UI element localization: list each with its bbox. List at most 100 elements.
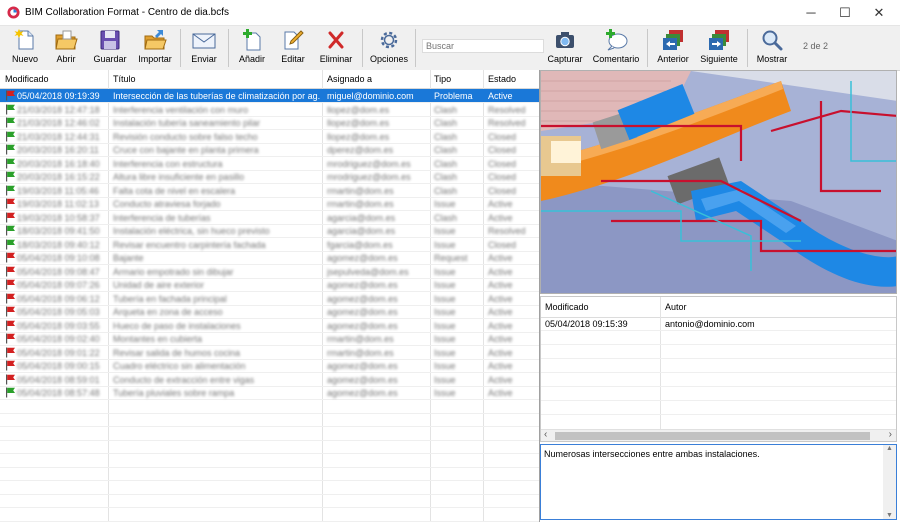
edit-button[interactable]: Editar — [276, 27, 310, 69]
issue-estado: Active — [488, 388, 513, 398]
green-flag-icon — [6, 239, 15, 249]
issue-asignado: rmartin@dom.es — [327, 185, 394, 196]
search-input[interactable] — [422, 39, 544, 53]
toolbar-separator — [362, 29, 363, 67]
issue-asignado: llopez@dom.es — [327, 104, 390, 115]
issue-modificado: 19/03/2018 11:02:13 — [17, 199, 99, 209]
open-button[interactable]: Abrir — [48, 27, 84, 69]
issue-row[interactable]: 05/04/2018 09:19:39 Intersección de las t… — [0, 89, 539, 103]
issue-row[interactable]: 05/04/2018 08:59:01 Conducto de extracció… — [0, 373, 539, 387]
issue-row[interactable]: 20/03/2018 16:18:40 Interferencia con est… — [0, 157, 539, 171]
scroll-up-icon[interactable]: ▲ — [886, 445, 893, 452]
comment-author: antonio@dominio.com — [665, 319, 755, 329]
show-button[interactable]: Mostrar — [754, 27, 790, 69]
issue-row[interactable]: 19/03/2018 10:58:37 Interferencia de tube… — [0, 211, 539, 225]
previous-button[interactable]: Anterior — [654, 27, 692, 69]
issue-asignado: rmartin@dom.es — [327, 347, 394, 358]
issue-row[interactable]: 05/04/2018 08:57:48 Tubería pluviales sob… — [0, 386, 539, 400]
scroll-left-icon[interactable]: ‹ — [544, 429, 547, 440]
issue-asignado: agomez@dom.es — [327, 307, 398, 317]
issue-row[interactable]: 05/04/2018 09:00:15 Cuadro eléctrico sin … — [0, 359, 539, 373]
issue-estado: Active — [488, 320, 513, 331]
issue-modificado: 20/03/2018 16:20:11 — [17, 145, 99, 155]
previous-arrow-icon — [663, 30, 683, 50]
red-flag-icon — [6, 198, 15, 209]
red-flag-icon — [6, 90, 15, 101]
issue-row[interactable]: 20/03/2018 16:20:11 Cruce con bajante en … — [0, 143, 539, 157]
issue-row[interactable]: 05/04/2018 09:06:12 Tubería en fachada pr… — [0, 292, 539, 306]
column-header-type[interactable]: Tipo — [434, 74, 451, 84]
toolbar-separator — [647, 29, 648, 67]
send-button[interactable]: Enviar — [186, 27, 222, 69]
next-button[interactable]: Siguiente — [699, 27, 739, 69]
issue-row[interactable]: 19/03/2018 11:05:46 Falta cota de nivel e… — [0, 184, 539, 198]
column-header-modified[interactable]: Modificado — [5, 74, 49, 84]
save-button[interactable]: Guardar — [90, 27, 130, 69]
issue-estado: Closed — [488, 239, 517, 250]
bim-3d-model-image — [541, 71, 896, 293]
issue-row[interactable]: 20/03/2018 16:15:22 Altura libre insufici… — [0, 170, 539, 184]
column-header-comment-modified[interactable]: Modificado — [545, 302, 589, 312]
issue-row[interactable]: 05/04/2018 09:02:40 Montantes en cubierta… — [0, 332, 539, 346]
issue-row[interactable]: 05/04/2018 09:05:03 Arqueta en zona de ac… — [0, 305, 539, 319]
red-flag-icon — [6, 293, 15, 303]
issue-row[interactable]: 18/03/2018 09:41:50 Instalación eléctrica… — [0, 224, 539, 238]
issue-asignado: agomez@dom.es — [327, 293, 398, 304]
issue-row[interactable]: 05/04/2018 09:08:47 Armario empotrado sin… — [0, 265, 539, 279]
issue-titulo: Cuadro eléctrico sin alimentación — [113, 361, 246, 371]
issue-tipo: Clash — [434, 185, 458, 196]
issue-asignado: dperez@dom.es — [327, 145, 394, 155]
vertical-scrollbar[interactable]: ▲ ▼ — [883, 445, 896, 519]
issue-row[interactable]: 19/03/2018 11:02:13 Conducto atraviesa fo… — [0, 197, 539, 211]
issue-tipo: Clash — [434, 145, 458, 155]
viewpoint-preview[interactable] — [540, 70, 897, 294]
import-button[interactable]: Importar — [136, 27, 174, 69]
column-header-assigned[interactable]: Asignado a — [327, 74, 372, 84]
issue-modificado: 20/03/2018 16:15:22 — [17, 172, 100, 182]
issue-tipo: Issue — [434, 361, 456, 371]
column-header-status[interactable]: Estado — [488, 74, 516, 84]
column-header-title[interactable]: Título — [113, 74, 136, 84]
issue-tipo: Clash — [434, 212, 458, 223]
issue-row[interactable]: 05/04/2018 09:10:08 Bajante agomez@dom.es R… — [0, 251, 539, 265]
description-textarea[interactable]: Numerosas intersecciones entre ambas ins… — [540, 444, 897, 520]
issue-tipo: Clash — [434, 118, 458, 128]
delete-button[interactable]: Eliminar — [316, 27, 356, 69]
issue-tipo: Issue — [434, 239, 456, 250]
comment-row[interactable]: 05/04/2018 09:15:39 antonio@dominio.com — [541, 317, 896, 331]
capture-button[interactable]: Capturar — [546, 27, 584, 69]
issue-row[interactable]: 21/03/2018 12:46:02 Instalación tubería s… — [0, 116, 539, 130]
column-header-author[interactable]: Autor — [665, 302, 687, 312]
add-button[interactable]: Añadir — [234, 27, 270, 69]
issue-row[interactable]: 05/04/2018 09:03:55 Hueco de paso de inst… — [0, 319, 539, 333]
issue-asignado: rmartin@dom.es — [327, 199, 394, 209]
issue-row[interactable]: 05/04/2018 09:07:26 Unidad de aire exteri… — [0, 278, 539, 292]
scroll-right-icon[interactable]: › — [889, 429, 892, 440]
comments-table-header: Modificado Autor — [541, 297, 896, 318]
issue-estado: Active — [488, 361, 513, 371]
scrollbar-thumb[interactable] — [555, 432, 870, 440]
issue-row[interactable]: 18/03/2018 09:40:12 Revisar encuentro car… — [0, 238, 539, 252]
new-button[interactable]: Nuevo — [7, 27, 43, 69]
delete-x-icon — [328, 31, 344, 49]
horizontal-scrollbar[interactable]: ‹ › — [541, 429, 896, 441]
options-label: Opciones — [369, 54, 409, 64]
issue-modificado: 05/04/2018 08:57:48 — [17, 388, 100, 398]
issue-row[interactable]: 21/03/2018 12:44:31 Revisión conducto sob… — [0, 130, 539, 144]
comment-button[interactable]: Comentario — [592, 27, 640, 69]
scroll-down-icon[interactable]: ▼ — [886, 512, 893, 519]
issue-row[interactable]: 21/03/2018 12:47:18 Interferencia ventila… — [0, 103, 539, 117]
pencil-edit-icon — [284, 30, 304, 50]
issue-row[interactable]: 05/04/2018 09:01:22 Revisar salida de hum… — [0, 346, 539, 360]
minimize-button[interactable]: ─ — [794, 0, 828, 25]
maximize-button[interactable]: ☐ — [828, 0, 862, 25]
toolbar-separator — [228, 29, 229, 67]
app-logo-icon — [7, 6, 20, 19]
issue-estado: Active — [488, 280, 513, 290]
issue-tipo: Issue — [434, 199, 456, 209]
issue-titulo: Interferencia con estructura — [113, 158, 223, 169]
close-button[interactable]: ✕ — [862, 0, 896, 25]
issue-modificado: 05/04/2018 09:19:39 — [17, 91, 100, 101]
comment-row-empty — [541, 359, 896, 373]
options-button[interactable]: Opciones — [368, 27, 410, 69]
